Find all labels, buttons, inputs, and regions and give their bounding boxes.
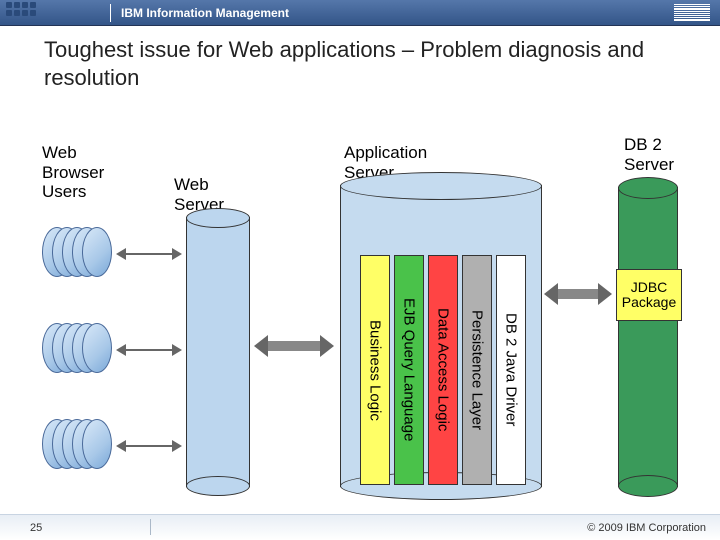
db2-server-cylinder	[618, 187, 678, 487]
column-label: Business Logic	[367, 320, 384, 421]
page-number: 25	[30, 522, 42, 534]
label-db2-server: DB 2 Server	[624, 135, 704, 174]
footer-bar: 25 © 2009 IBM Corporation	[0, 514, 720, 540]
column-label: DB 2 Java Driver	[503, 313, 520, 426]
column-business-logic: Business Logic	[360, 255, 390, 485]
slide-title: Toughest issue for Web applications – Pr…	[0, 26, 720, 95]
divider	[150, 519, 151, 535]
jdbc-package-box: JDBC Package	[616, 269, 682, 321]
arrow-icon	[266, 341, 322, 351]
arrow-icon	[124, 445, 174, 447]
column-ejb-query-language: EJB Query Language	[394, 255, 424, 485]
browser-users-group	[42, 419, 152, 499]
column-data-access-logic: Data Access Logic	[428, 255, 458, 485]
column-label: EJB Query Language	[401, 298, 418, 441]
column-db2-java-driver: DB 2 Java Driver	[496, 255, 526, 485]
column-label: Data Access Logic	[435, 308, 452, 431]
arrow-icon	[124, 349, 174, 351]
diagram-canvas: Web Browser Users Web Server Application…	[0, 95, 720, 525]
copyright: © 2009 IBM Corporation	[587, 522, 706, 534]
web-server-cylinder	[186, 217, 250, 487]
ibm-logo-icon	[674, 4, 710, 21]
arrow-icon	[556, 289, 600, 299]
header-bar: IBM Information Management	[0, 0, 720, 26]
column-label: Persistence Layer	[469, 310, 486, 430]
arrow-icon	[124, 253, 174, 255]
browser-users-group	[42, 227, 152, 307]
divider	[110, 4, 111, 22]
browser-users-group	[42, 323, 152, 403]
header-decoration	[6, 2, 36, 16]
header-title: IBM Information Management	[121, 6, 289, 20]
label-web-browser-users: Web Browser Users	[42, 143, 132, 202]
column-persistence-layer: Persistence Layer	[462, 255, 492, 485]
